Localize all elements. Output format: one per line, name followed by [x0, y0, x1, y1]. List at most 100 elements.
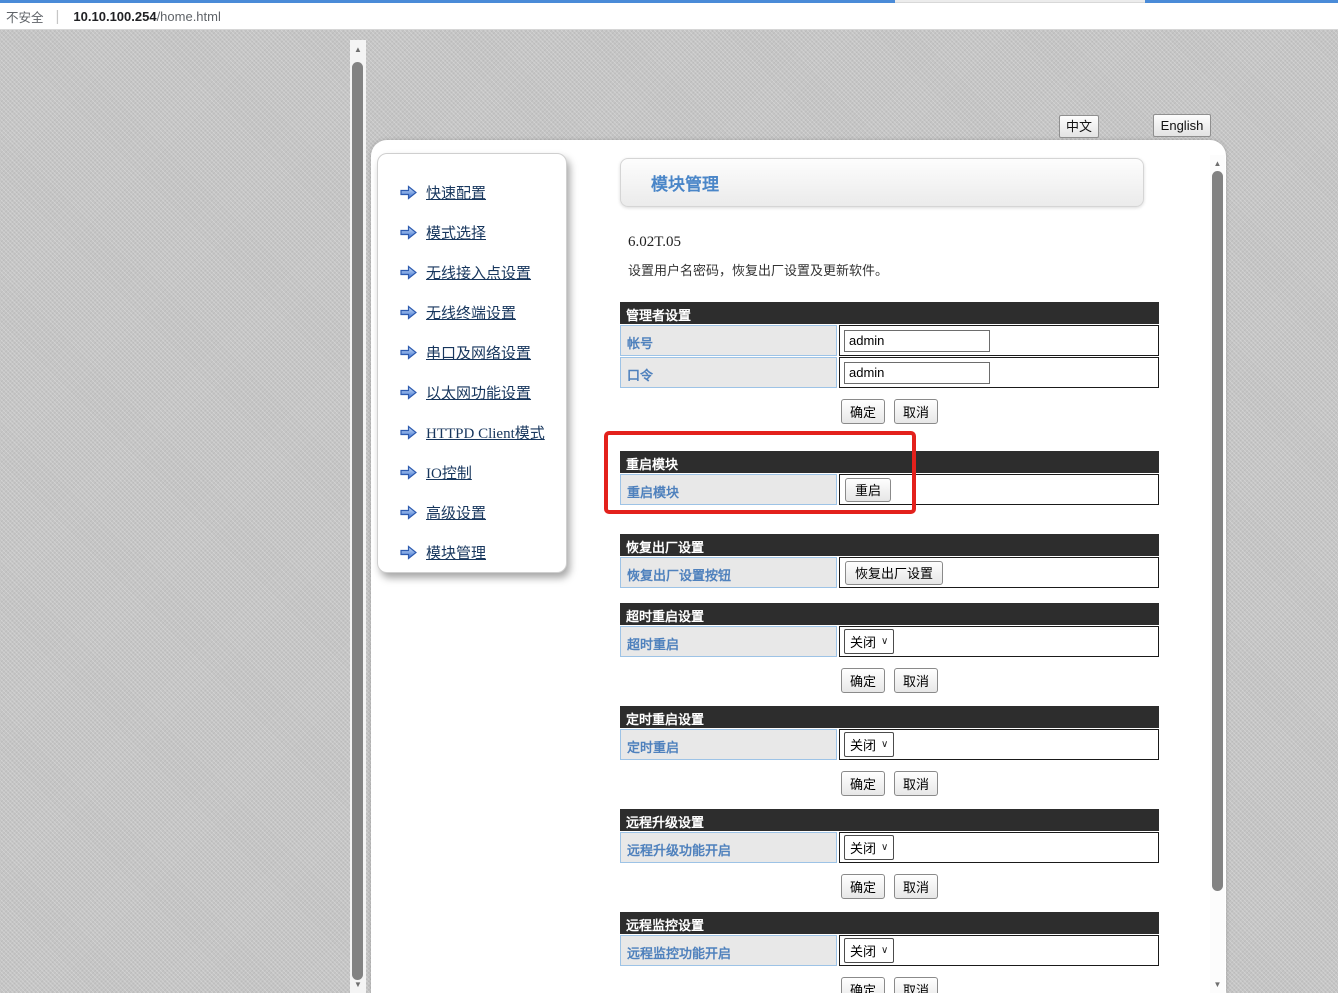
selected-option: 关闭	[850, 632, 876, 651]
table-row: 帐号	[620, 325, 1159, 356]
row-label: 定时重启	[620, 729, 837, 760]
row-label: 帐号	[620, 325, 837, 356]
sidebar-item-link[interactable]: 无线终端设置	[426, 302, 516, 323]
cancel-button[interactable]: 取消	[894, 771, 938, 796]
chevron-down-icon: ∨	[881, 842, 888, 853]
url-host[interactable]: 10.10.100.254	[73, 9, 156, 24]
sidebar-item[interactable]: 无线终端设置	[400, 292, 566, 332]
arrow-right-icon	[400, 305, 417, 320]
chevron-down-icon: ∨	[881, 945, 888, 956]
row-value-cell: 关闭 ∨	[839, 832, 1159, 863]
sidebar-item-link[interactable]: 模块管理	[426, 542, 486, 563]
dropdown-select[interactable]: 关闭 ∨	[844, 835, 894, 860]
settings-section: 恢复出厂设置恢复出厂设置按钮恢复出厂设置	[620, 534, 1159, 588]
selected-option: 关闭	[850, 838, 876, 857]
language-chinese-button[interactable]: 中文	[1059, 115, 1099, 138]
section-header: 恢复出厂设置	[620, 534, 1159, 556]
dropdown-select[interactable]: 关闭 ∨	[844, 629, 894, 654]
row-label: 超时重启	[620, 626, 837, 657]
table-row: 超时重启关闭 ∨	[620, 626, 1159, 657]
sidebar-item[interactable]: 快速配置	[400, 172, 566, 212]
content-scrollbar[interactable]: ▲ ▼	[1210, 155, 1225, 993]
page-description: 设置用户名密码，恢复出厂设置及更新软件。	[628, 260, 1160, 279]
confirm-button[interactable]: 确定	[841, 874, 885, 899]
row-value-cell: 恢复出厂设置	[839, 557, 1159, 588]
arrow-right-icon	[400, 385, 417, 400]
sidebar-item[interactable]: 无线接入点设置	[400, 252, 566, 292]
chevron-down-icon: ∨	[881, 739, 888, 750]
dropdown-select[interactable]: 关闭 ∨	[844, 938, 894, 963]
arrow-right-icon	[400, 265, 417, 280]
table-row: 重启模块重启	[620, 474, 1159, 505]
confirm-button[interactable]: 确定	[841, 771, 885, 796]
sidebar-item-link[interactable]: HTTPD Client模式	[426, 422, 545, 443]
arrow-right-icon	[400, 225, 417, 240]
sidebar-item[interactable]: 以太网功能设置	[400, 372, 566, 412]
selected-option: 关闭	[850, 735, 876, 754]
scroll-up-icon[interactable]: ▲	[350, 44, 366, 56]
cancel-button[interactable]: 取消	[894, 399, 938, 424]
security-status-label[interactable]: 不安全	[6, 7, 44, 26]
sidebar-list: 快速配置模式选择无线接入点设置无线终端设置串口及网络设置以太网功能设置 HTTPD…	[400, 172, 566, 572]
sidebar-item-link[interactable]: IO控制	[426, 462, 472, 483]
cancel-button[interactable]: 取消	[894, 874, 938, 899]
sidebar-item-link[interactable]: 高级设置	[426, 502, 486, 523]
scroll-down-icon[interactable]: ▼	[1210, 979, 1225, 991]
sidebar-item[interactable]: 高级设置	[400, 492, 566, 532]
url-path[interactable]: /home.html	[157, 9, 221, 24]
table-row: 恢复出厂设置按钮恢复出厂设置	[620, 557, 1159, 588]
row-label: 远程升级功能开启	[620, 832, 837, 863]
firmware-version: 6.02T.05	[628, 234, 1160, 251]
arrow-right-icon	[400, 465, 417, 480]
settings-section: 远程监控设置远程监控功能开启关闭 ∨ 确定取消	[620, 912, 1159, 993]
scroll-down-icon[interactable]: ▼	[350, 979, 366, 991]
confirm-button[interactable]: 确定	[841, 668, 885, 693]
chevron-down-icon: ∨	[881, 636, 888, 647]
cancel-button[interactable]: 取消	[894, 977, 938, 993]
row-label: 口令	[620, 357, 837, 388]
dropdown-select[interactable]: 关闭 ∨	[844, 732, 894, 757]
table-row: 远程监控功能开启关闭 ∨	[620, 935, 1159, 966]
sidebar-item[interactable]: 模块管理	[400, 532, 566, 572]
action-button[interactable]: 恢复出厂设置	[845, 561, 943, 585]
table-row: 口令	[620, 357, 1159, 388]
text-input[interactable]	[844, 330, 990, 352]
sidebar-item-link[interactable]: 以太网功能设置	[426, 382, 531, 403]
settings-sections: 管理者设置帐号口令确定取消重启模块重启模块重启恢复出厂设置恢复出厂设置按钮恢复出…	[620, 302, 1160, 993]
cancel-button[interactable]: 取消	[894, 668, 938, 693]
section-header: 定时重启设置	[620, 706, 1159, 728]
sidebar-item[interactable]: 串口及网络设置	[400, 332, 566, 372]
browser-scrollbar[interactable]: ▲ ▼	[350, 40, 366, 993]
sidebar-item-link[interactable]: 无线接入点设置	[426, 262, 531, 283]
settings-section: 超时重启设置超时重启关闭 ∨ 确定取消	[620, 603, 1159, 693]
sidebar-item-link[interactable]: 模式选择	[426, 222, 486, 243]
arrow-right-icon	[400, 545, 417, 560]
scroll-up-icon[interactable]: ▲	[1210, 158, 1225, 170]
sidebar-item[interactable]: HTTPD Client模式	[400, 412, 566, 452]
section-header: 远程监控设置	[620, 912, 1159, 934]
action-button[interactable]: 重启	[845, 478, 891, 502]
settings-section: 重启模块重启模块重启	[620, 451, 1159, 505]
arrow-right-icon	[400, 505, 417, 520]
sidebar-item-link[interactable]: 串口及网络设置	[426, 342, 531, 363]
scrollbar-thumb[interactable]	[352, 62, 363, 980]
text-input[interactable]	[844, 362, 990, 384]
sidebar-item-link[interactable]: 快速配置	[426, 182, 486, 203]
row-value-cell: 关闭 ∨	[839, 626, 1159, 657]
selected-option: 关闭	[850, 941, 876, 960]
row-value-cell: 重启	[839, 474, 1159, 505]
scrollbar-thumb[interactable]	[1212, 171, 1223, 891]
confirm-button[interactable]: 确定	[841, 399, 885, 424]
confirm-cancel-row: 确定取消	[620, 771, 1159, 796]
arrow-right-icon	[400, 425, 417, 440]
browser-address-bar[interactable]: 不安全 | 10.10.100.254/home.html	[0, 3, 1338, 30]
settings-section: 管理者设置帐号口令确定取消	[620, 302, 1159, 424]
language-english-button[interactable]: English	[1153, 114, 1211, 137]
section-header: 超时重启设置	[620, 603, 1159, 625]
sidebar-item[interactable]: IO控制	[400, 452, 566, 492]
sidebar-item[interactable]: 模式选择	[400, 212, 566, 252]
section-header: 远程升级设置	[620, 809, 1159, 831]
row-label: 远程监控功能开启	[620, 935, 837, 966]
confirm-button[interactable]: 确定	[841, 977, 885, 993]
row-value-cell	[839, 357, 1159, 388]
